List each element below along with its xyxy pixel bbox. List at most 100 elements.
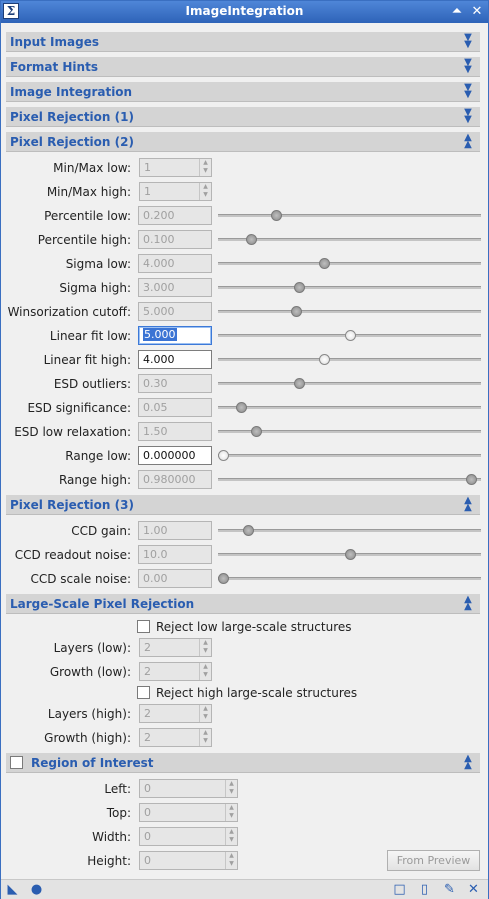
section-large-scale-rejection[interactable]: Large-Scale Pixel Rejection ▲ ▲	[6, 594, 480, 614]
spin-arrows-icon[interactable]: ▲ ▼	[225, 780, 237, 797]
range-high-field[interactable]: 0.980000	[138, 470, 212, 489]
spin-arrows-icon[interactable]: ▲ ▼	[199, 159, 211, 176]
document-icon[interactable]: ▯	[417, 882, 432, 897]
linear-fit-high-slider[interactable]	[218, 354, 481, 365]
section-pixel-rejection-1[interactable]: Pixel Rejection (1) ▼ ▼	[6, 107, 480, 127]
sigma-high-slider[interactable]	[218, 282, 481, 293]
layers-high-label: Layers (high):	[47, 707, 131, 721]
range-low-slider[interactable]	[218, 450, 481, 461]
spin-arrows-icon[interactable]: ▲ ▼	[199, 705, 211, 722]
close-icon[interactable]: ✕	[469, 4, 485, 20]
section-region-of-interest[interactable]: Region of Interest ▲ ▲	[6, 753, 480, 773]
ccd-scale-noise-slider[interactable]	[218, 573, 481, 584]
slider-thumb[interactable]	[319, 258, 330, 269]
slider-thumb[interactable]	[251, 426, 262, 437]
range-low-field[interactable]: 0.000000	[138, 446, 212, 465]
roi-left-spinbox[interactable]: 0 ▲ ▼	[139, 779, 238, 798]
percentile-high-field[interactable]: 0.100	[138, 230, 212, 249]
roi-checkbox[interactable]	[10, 756, 23, 769]
ccd-readout-noise-field[interactable]: 10.0	[138, 545, 212, 564]
growth-low-spinbox[interactable]: 2 ▲ ▼	[139, 662, 212, 681]
value: 4.000	[143, 257, 175, 270]
slider-thumb[interactable]	[466, 474, 477, 485]
section-image-integration[interactable]: Image Integration ▼ ▼	[6, 82, 480, 102]
percentile-low-slider[interactable]	[218, 210, 481, 221]
linear-fit-low-field[interactable]: 5.000	[138, 326, 212, 345]
esd-significance-field[interactable]: 0.05	[138, 398, 212, 417]
apply-global-icon[interactable]: ●	[29, 882, 44, 897]
collapse-icon[interactable]: ▲ ▲	[462, 595, 474, 612]
percentile-low-label: Percentile low:	[44, 209, 131, 223]
slider-thumb[interactable]	[294, 282, 305, 293]
section-pixel-rejection-2[interactable]: Pixel Rejection (2) ▲ ▲	[6, 132, 480, 152]
slider-thumb[interactable]	[218, 450, 229, 461]
slider-thumb[interactable]	[271, 210, 282, 221]
sigma-low-field[interactable]: 4.000	[138, 254, 212, 273]
slider-thumb[interactable]	[236, 402, 247, 413]
percentile-low-field[interactable]: 0.200	[138, 206, 212, 225]
winsorization-cutoff-slider[interactable]	[218, 306, 481, 317]
esd-low-relaxation-slider[interactable]	[218, 426, 481, 437]
slider-thumb[interactable]	[319, 354, 330, 365]
section-pixel-rejection-3[interactable]: Pixel Rejection (3) ▲ ▲	[6, 495, 480, 515]
spin-arrows-icon[interactable]: ▲ ▼	[225, 804, 237, 821]
roi-height-spinbox[interactable]: 0 ▲ ▼	[139, 851, 238, 870]
layers-low-spinbox[interactable]: 2 ▲ ▼	[139, 638, 212, 657]
spin-arrows-icon[interactable]: ▲ ▼	[199, 183, 211, 200]
slider-thumb[interactable]	[345, 330, 356, 341]
growth-high-spinbox[interactable]: 2 ▲ ▼	[139, 728, 212, 747]
ccd-gain-slider[interactable]	[218, 525, 481, 536]
collapse-icon[interactable]: ▲ ▲	[462, 754, 474, 771]
from-preview-button[interactable]: From Preview	[387, 850, 480, 871]
esd-low-relaxation-field[interactable]: 1.50	[138, 422, 212, 441]
spin-arrows-icon[interactable]: ▲ ▼	[199, 639, 211, 656]
slider-thumb[interactable]	[345, 549, 356, 560]
percentile-high-slider[interactable]	[218, 234, 481, 245]
expand-icon[interactable]: ▼ ▼	[462, 33, 474, 50]
spin-arrows-icon[interactable]: ▲ ▼	[199, 729, 211, 746]
esd-significance-slider[interactable]	[218, 402, 481, 413]
collapse-icon[interactable]: ▲ ▲	[462, 496, 474, 513]
sigma-high-field[interactable]: 3.000	[138, 278, 212, 297]
minmax-high-spinbox[interactable]: 1 ▲ ▼	[139, 182, 212, 201]
linear-fit-high-field[interactable]: 4.000	[138, 350, 212, 369]
slider-thumb[interactable]	[294, 378, 305, 389]
slider-thumb[interactable]	[291, 306, 302, 317]
expand-icon[interactable]: ▼ ▼	[462, 108, 474, 125]
winsorization-cutoff-field[interactable]: 5.000	[138, 302, 212, 321]
slider-thumb[interactable]	[243, 525, 254, 536]
section-format-hints[interactable]: Format Hints ▼ ▼	[6, 57, 480, 77]
value: 1.50	[143, 425, 168, 438]
wrench-icon[interactable]: ✎	[442, 882, 457, 897]
ccd-gain-field[interactable]: 1.00	[138, 521, 212, 540]
ccd-readout-noise-slider[interactable]	[218, 549, 481, 560]
esd-outliers-field[interactable]: 0.30	[138, 374, 212, 393]
spin-arrows-icon[interactable]: ▲ ▼	[225, 852, 237, 869]
esd-outliers-slider[interactable]	[218, 378, 481, 389]
collapse-icon[interactable]: ▲ ▲	[462, 133, 474, 150]
reset-icon[interactable]: ✕	[466, 882, 481, 897]
sigma-low-slider[interactable]	[218, 258, 481, 269]
sigma-high-label: Sigma high:	[59, 281, 131, 295]
layers-high-spinbox[interactable]: 2 ▲ ▼	[139, 704, 212, 723]
section-input-images[interactable]: Input Images ▼ ▼	[6, 32, 480, 52]
roi-width-spinbox[interactable]: 0 ▲ ▼	[139, 827, 238, 846]
reject-high-checkbox[interactable]	[137, 686, 150, 699]
value: 4.000	[143, 353, 175, 366]
ccd-scale-noise-field[interactable]: 0.00	[138, 569, 212, 588]
slider-thumb[interactable]	[218, 573, 229, 584]
range-high-slider[interactable]	[218, 474, 481, 485]
browse-documentation-icon[interactable]: □	[392, 882, 407, 897]
spin-arrows-icon[interactable]: ▲ ▼	[225, 828, 237, 845]
reject-low-checkbox[interactable]	[137, 620, 150, 633]
spin-arrows-icon[interactable]: ▲ ▼	[199, 663, 211, 680]
title-bar[interactable]: Σ ImageIntegration ⏶ ✕	[1, 1, 488, 23]
new-instance-icon[interactable]: ◣	[5, 882, 20, 897]
expand-icon[interactable]: ▼ ▼	[462, 83, 474, 100]
slider-thumb[interactable]	[246, 234, 257, 245]
minmax-low-spinbox[interactable]: 1 ▲ ▼	[139, 158, 212, 177]
roi-top-spinbox[interactable]: 0 ▲ ▼	[139, 803, 238, 822]
shade-icon[interactable]: ⏶	[449, 4, 465, 20]
expand-icon[interactable]: ▼ ▼	[462, 58, 474, 75]
linear-fit-low-slider[interactable]	[218, 330, 481, 341]
